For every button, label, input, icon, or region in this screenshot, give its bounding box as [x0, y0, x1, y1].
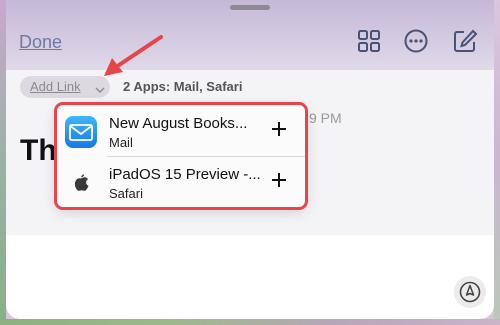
gallery-grid-icon[interactable] [356, 28, 382, 54]
markup-pen-icon[interactable] [454, 276, 486, 308]
add-link-label: Add Link [30, 79, 81, 94]
link-item-app: Safari [109, 186, 143, 201]
plus-icon[interactable] [270, 120, 288, 138]
link-item-title: New August Books... [109, 115, 248, 132]
link-menu-item[interactable]: New August Books... Mail [57, 107, 305, 157]
menu-divider [107, 156, 305, 157]
add-link-menu: New August Books... Mail iPadOS 15 Previ… [54, 102, 308, 210]
sheet-grabber-handle[interactable] [230, 5, 270, 10]
note-title[interactable]: Th [20, 134, 57, 168]
quick-note-sheet: Done Add Link 2 Apps: Mail, Safari Th 9 … [6, 0, 494, 319]
note-timestamp: 9 PM [309, 110, 342, 126]
apple-logo-icon [65, 167, 97, 199]
done-button[interactable]: Done [19, 32, 62, 53]
link-item-title: iPadOS 15 Preview -... [109, 166, 261, 183]
mail-icon [65, 116, 97, 148]
link-item-app: Mail [109, 135, 133, 150]
wallpaper-right-edge [494, 0, 500, 325]
plus-icon[interactable] [270, 171, 288, 189]
chevron-down-icon [95, 82, 105, 93]
more-ellipsis-icon[interactable] [403, 28, 429, 54]
link-menu-item[interactable]: iPadOS 15 Preview -... Safari [57, 158, 305, 208]
compose-icon[interactable] [452, 28, 478, 54]
add-link-button[interactable]: Add Link [20, 76, 110, 98]
linked-apps-summary: 2 Apps: Mail, Safari [123, 79, 243, 94]
wallpaper-bottom-edge [0, 319, 500, 325]
